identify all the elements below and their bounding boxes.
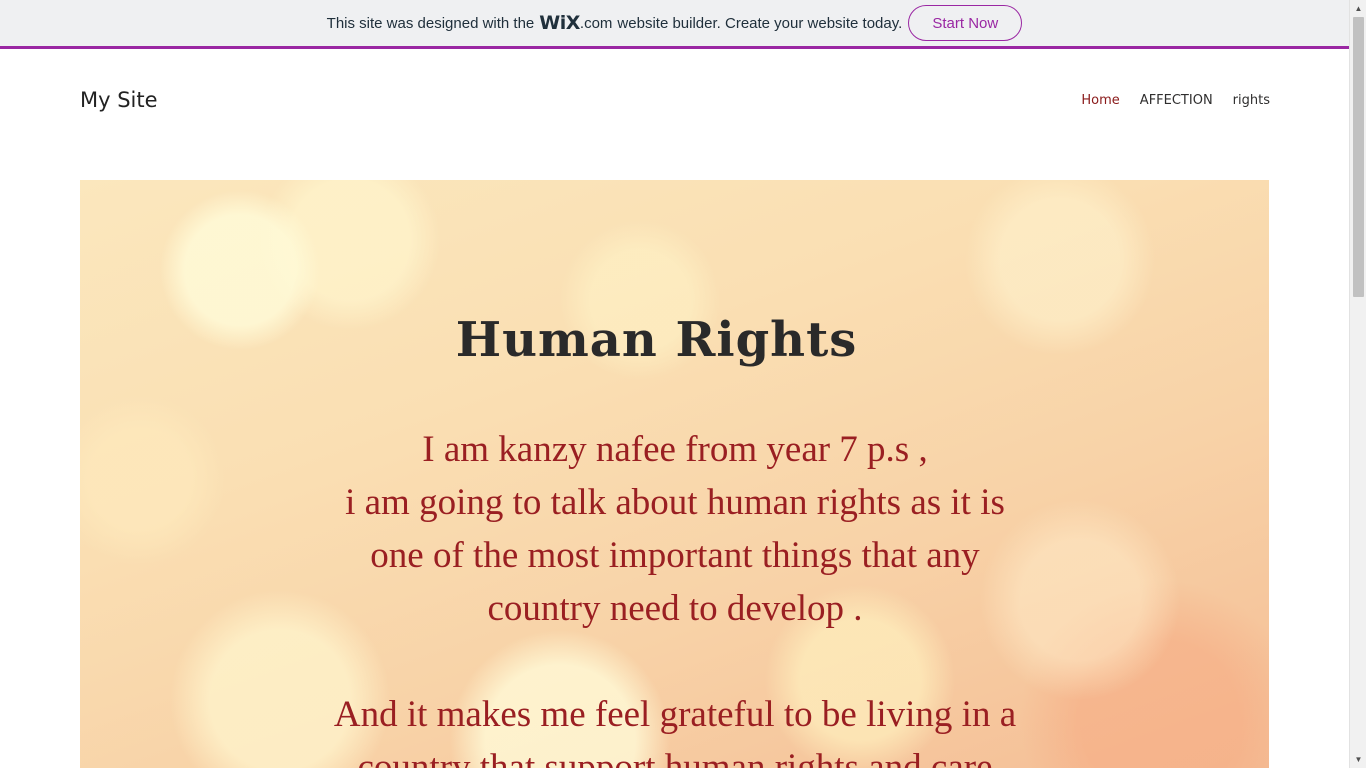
hero-text-block: I am kanzy nafee from year 7 p.s , i am … (265, 423, 1085, 768)
main-nav: Home AFFECTION rights (1061, 93, 1270, 108)
nav-item-affection[interactable]: AFFECTION (1140, 93, 1213, 108)
nav-item-rights[interactable]: rights (1233, 93, 1270, 108)
banner-suffix-text: website builder. Create your website tod… (617, 14, 903, 32)
site-title[interactable]: My Site (80, 88, 158, 112)
nav-item-home[interactable]: Home (1081, 93, 1119, 108)
hero-text-line: And it makes me feel grateful to be livi… (333, 694, 1017, 735)
hero-text-line: one of the most important things that an… (370, 535, 980, 576)
banner-prefix-text: This site was designed with the (326, 14, 535, 32)
scroll-down-arrow-icon[interactable]: ▼ (1350, 751, 1366, 768)
banner-domain-text: .com (579, 14, 613, 32)
hero-text-line: country that support human rights and ca… (357, 747, 993, 768)
hero-text-line: I am kanzy nafee from year 7 p.s , (422, 429, 928, 470)
start-now-button[interactable]: Start Now (908, 5, 1023, 41)
scroll-up-arrow-icon[interactable]: ▲ (1350, 0, 1366, 17)
scrollbar-thumb[interactable] (1353, 17, 1364, 297)
hero-text-line: country need to develop . (487, 588, 863, 629)
hero-title: Human Rights (455, 312, 858, 368)
wix-promo-banner: This site was designed with the WiX .com… (0, 0, 1349, 49)
wix-logo-icon[interactable]: WiX (539, 12, 580, 34)
page-scrollbar[interactable]: ▲ ▼ (1349, 0, 1366, 768)
hero-section: Human Rights I am kanzy nafee from year … (80, 180, 1269, 768)
hero-text-line: i am going to talk about human rights as… (345, 482, 1005, 523)
